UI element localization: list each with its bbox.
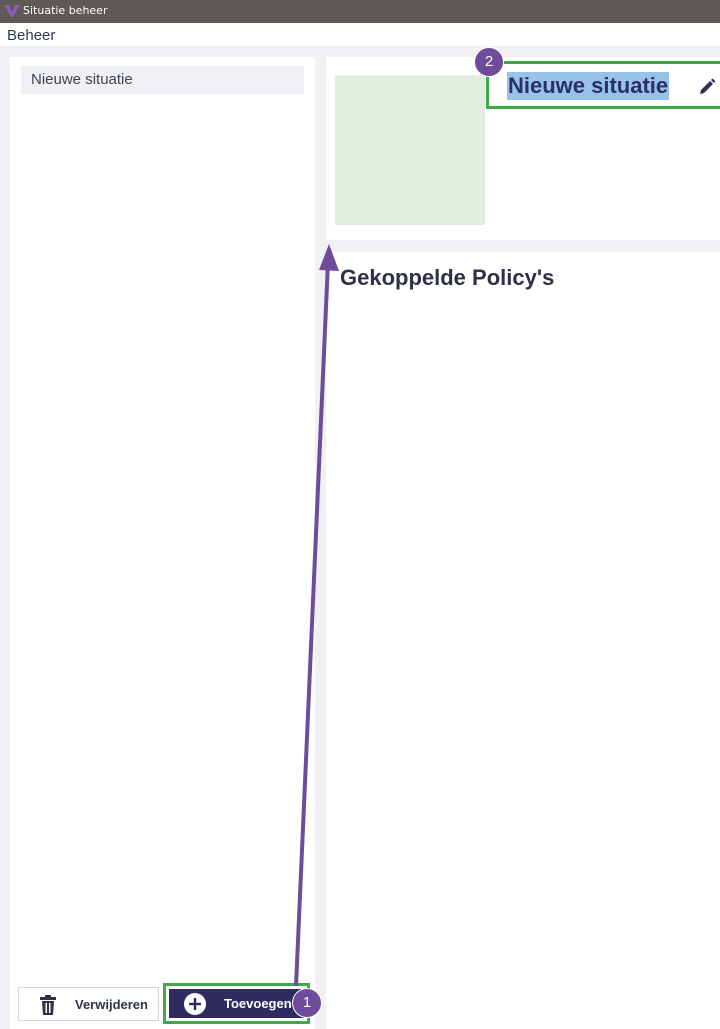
- delete-button-label: Verwijderen: [75, 997, 148, 1012]
- pencil-icon[interactable]: [698, 78, 716, 96]
- situation-header-panel: Nieuwe situatie: [326, 57, 720, 240]
- section-title: Gekoppelde Policy's: [340, 265, 555, 290]
- window-title: Situatie beheer: [23, 4, 108, 17]
- list-item[interactable]: Nieuwe situatie: [21, 66, 304, 94]
- add-button-label: Toevoegen: [224, 996, 292, 1011]
- delete-button[interactable]: Verwijderen: [18, 987, 159, 1021]
- situation-image[interactable]: [335, 75, 485, 225]
- title-highlight: Nieuwe situatie: [486, 61, 720, 109]
- app-logo-icon: [4, 5, 20, 17]
- trash-icon: [40, 995, 56, 1015]
- add-button-highlight: Toevoegen: [163, 983, 310, 1024]
- plus-circle-icon: [184, 993, 206, 1015]
- add-button[interactable]: Toevoegen: [169, 989, 304, 1018]
- list-item-label: Nieuwe situatie: [31, 71, 133, 88]
- title-bar: Situatie beheer: [0, 0, 720, 23]
- menu-item-beheer[interactable]: Beheer: [7, 27, 55, 44]
- step-badge-1: 1: [292, 988, 322, 1018]
- situation-list-panel: Nieuwe situatie Verwijderen Toevoegen: [10, 57, 315, 1029]
- situation-title[interactable]: Nieuwe situatie: [507, 72, 670, 100]
- menu-bar: Beheer: [0, 23, 720, 46]
- linked-policies-panel: Gekoppelde Policy's: [326, 252, 720, 1029]
- step-badge-2: 2: [474, 47, 504, 77]
